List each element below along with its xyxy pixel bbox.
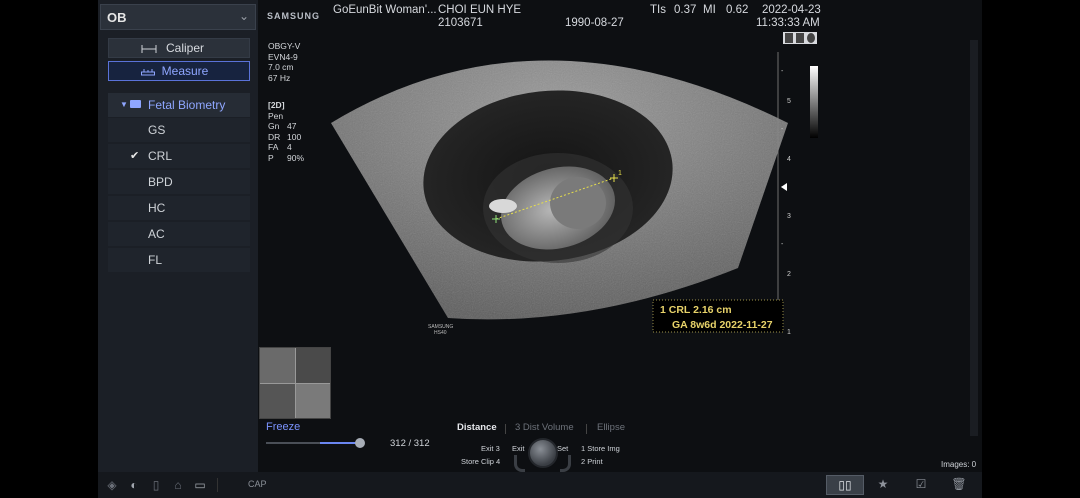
measure-label: Measure — [161, 64, 209, 78]
trackball-icon[interactable] — [528, 438, 558, 468]
measure-button[interactable]: Measure — [108, 61, 250, 81]
freeze-label[interactable]: Freeze — [266, 421, 300, 433]
tab-dist-volume[interactable]: 3 Dist Volume — [515, 422, 574, 433]
depth-tick-2: 2 — [787, 271, 791, 278]
tree-item-label: GS — [148, 123, 166, 137]
home-icon[interactable]: ⌂ — [170, 477, 186, 493]
exam-mode-select[interactable]: OB ⌄ — [100, 4, 256, 30]
chevron-down-icon: ⌄ — [238, 9, 249, 23]
images-count: Images: 0 — [941, 460, 977, 469]
tree-item-label: CRL — [148, 149, 173, 163]
tree-item-label: AC — [148, 227, 165, 241]
hint-exit3: Exit 3 — [481, 444, 500, 453]
star-icon: ★ — [877, 477, 889, 491]
check-button[interactable]: ☑ — [902, 475, 940, 495]
grayscale-bar — [810, 66, 818, 138]
measurement-ga: GA 8w6d 2022-11-27 — [672, 319, 773, 331]
depth-tick-4: 4 — [787, 156, 791, 163]
tis-value: 0.37 — [674, 4, 697, 16]
tab-ellipse[interactable]: Ellipse — [597, 422, 625, 433]
institution-name: GoEunBit Woman'... — [333, 4, 437, 16]
tree-group-label: Fetal Biometry — [148, 98, 226, 112]
tree-item-label: BPD — [148, 175, 173, 189]
exam-mode-label: OB — [107, 10, 127, 25]
tree-item-ac[interactable]: AC — [108, 222, 250, 246]
ruler-icon — [141, 69, 155, 76]
tree-item-hc[interactable]: HC — [108, 196, 250, 220]
svg-text:-: - — [781, 241, 784, 248]
hint-exit: Exit — [512, 444, 525, 453]
caliper-index-label: 1 — [618, 170, 622, 177]
folder-icon — [130, 100, 141, 108]
trackball-left-arc-icon — [514, 455, 525, 472]
tab-distance[interactable]: Distance — [457, 422, 497, 433]
svg-text:-: - — [781, 68, 784, 75]
patient-name: CHOI EUN HYE — [438, 4, 522, 16]
tree-item-label: HC — [148, 201, 166, 215]
tree-item-fl[interactable]: FL — [108, 248, 250, 272]
cine-slider-knob[interactable] — [355, 438, 365, 448]
cine-slider-fill — [320, 442, 360, 444]
tree-item-label: FL — [148, 253, 163, 267]
tree-item-gs[interactable]: GS — [108, 118, 250, 142]
favorite-button[interactable]: ★ — [864, 475, 902, 495]
watermark-line2: HS40 — [434, 330, 447, 336]
dual-view-button[interactable]: ▯▯ — [826, 475, 864, 495]
delete-button[interactable]: 🗑 — [940, 475, 978, 495]
hint-store-clip: Store Clip 4 — [461, 457, 501, 466]
caliper-button[interactable]: Caliper — [108, 38, 250, 58]
mi-value: 0.62 — [726, 4, 749, 16]
monitor-icon[interactable]: ▭ — [192, 477, 208, 493]
night-mode-icon[interactable]: ◐ — [126, 477, 142, 493]
measurement-crl: 1 CRL 2.16 cm — [660, 304, 732, 316]
caliper-label: Caliper — [165, 41, 204, 55]
hint-print: 2 Print — [581, 457, 603, 466]
hint-store-img: 1 Store Img — [581, 444, 620, 453]
image-scrollbar[interactable] — [970, 40, 978, 436]
hint-set: Set — [557, 444, 569, 453]
trash-icon: 🗑 — [951, 477, 967, 491]
caps-lock-indicator: CAP — [248, 479, 267, 489]
checkbox-icon: ☑ — [915, 477, 927, 491]
tree-item-crl[interactable]: ✔ CRL — [108, 144, 250, 168]
depth-tick-3: 3 — [787, 213, 791, 220]
depth-tick-5: 5 — [787, 98, 791, 105]
cine-thumbnail[interactable] — [259, 347, 331, 419]
brand-logo: SAMSUNG — [267, 11, 321, 21]
document-icon[interactable]: ▯ — [148, 477, 164, 493]
mi-label: MI — [703, 4, 716, 16]
depth-tick-1: 1 — [787, 329, 791, 336]
tree-group-fetal-biometry[interactable]: ▼ Fetal Biometry — [108, 93, 250, 117]
frame-counter: 312 / 312 — [390, 438, 430, 449]
expand-arrow-icon: ▼ — [120, 100, 128, 109]
checkmark-icon: ✔ — [130, 150, 140, 162]
ultrasound-image[interactable]: 1 SAMSUNG HS40 - 5 - 4 - 3 - 2 - 1 1 CRL… — [258, 28, 818, 344]
mouse-icon[interactable]: ◈ — [104, 477, 120, 493]
dual-view-icon: ▯▯ — [838, 478, 852, 492]
tree-item-bpd[interactable]: BPD — [108, 170, 250, 194]
tis-label: TIs — [650, 4, 666, 16]
exam-date: 2022-04-23 — [762, 4, 821, 16]
caliper-icon — [141, 45, 157, 53]
